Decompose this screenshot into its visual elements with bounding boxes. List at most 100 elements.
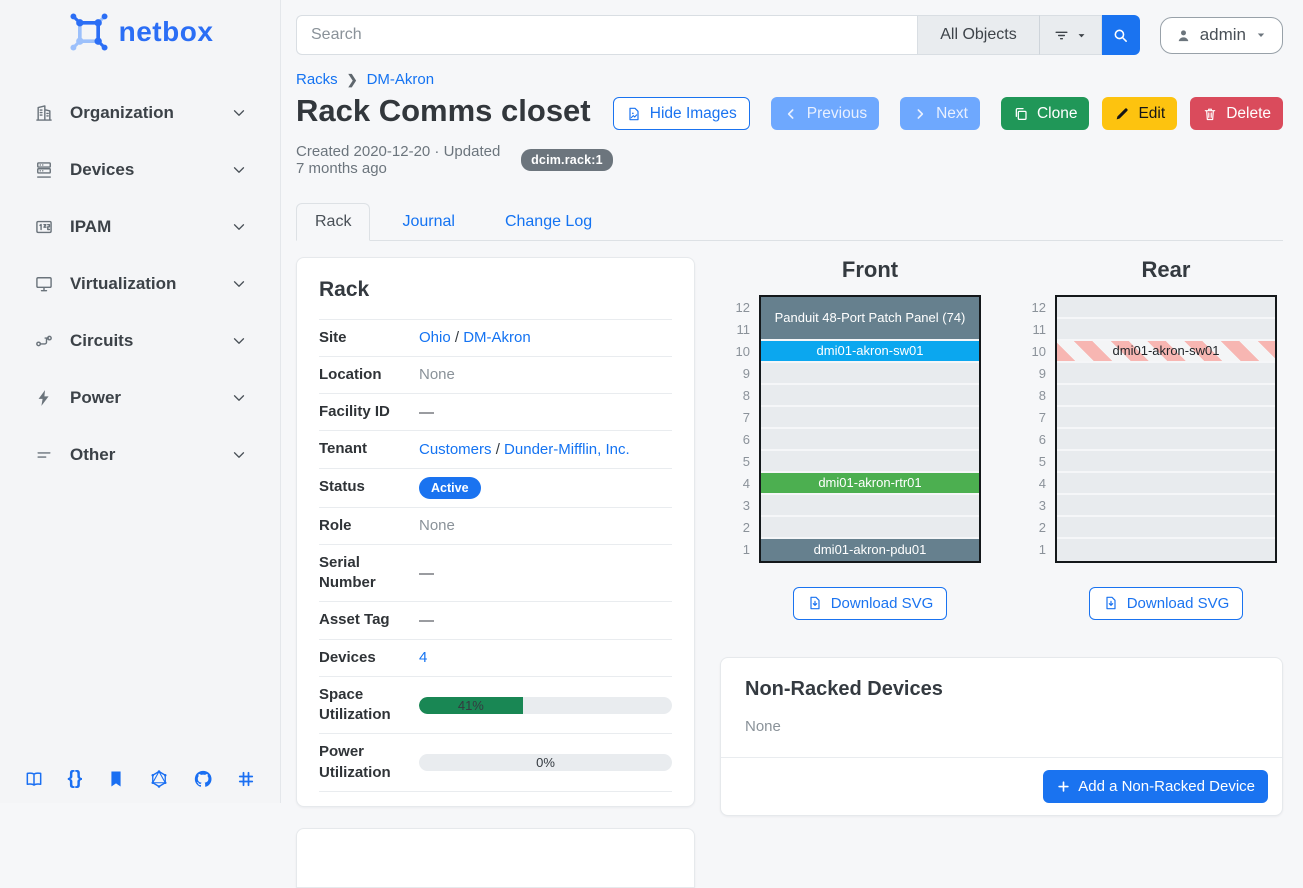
unit-number: 8	[1016, 385, 1046, 407]
rack-unit-empty[interactable]	[761, 451, 979, 473]
graphql-icon[interactable]	[149, 769, 169, 789]
main-area: All Objects admin Racks❯DM-Akron Rack Co…	[281, 0, 1303, 803]
value-link-dm-akron[interactable]: DM-Akron	[463, 329, 531, 346]
download-file-icon	[807, 595, 823, 611]
search-filter-button[interactable]	[1040, 15, 1102, 55]
rack-unit-empty[interactable]	[1057, 539, 1275, 561]
unit-number: 10	[1016, 341, 1046, 363]
breadcrumb-link-dm-akron[interactable]: DM-Akron	[367, 71, 435, 88]
rack-unit-empty[interactable]	[761, 385, 979, 407]
attr-row-devices: Devices4	[319, 639, 672, 676]
search-scope-label: All Objects	[940, 26, 1016, 44]
tab-change-log[interactable]: Change Log	[487, 204, 610, 240]
unit-number: 9	[720, 363, 750, 385]
topbar: All Objects admin	[296, 15, 1283, 55]
value-link-ohio[interactable]: Ohio	[419, 329, 451, 346]
chevron-left-icon	[783, 106, 799, 122]
search-button[interactable]	[1102, 15, 1140, 55]
rack-unit-empty[interactable]	[1057, 451, 1275, 473]
power-utilization-bar: 0%	[419, 754, 672, 771]
attr-row-role: RoleNone	[319, 507, 672, 544]
rack-unit-empty[interactable]	[761, 429, 979, 451]
chevron-down-icon	[230, 332, 248, 350]
sidebar-item-other[interactable]: Other	[0, 426, 280, 483]
rack-unit-empty[interactable]	[1057, 319, 1275, 341]
unit-number: 5	[720, 451, 750, 473]
rack-unit-empty[interactable]	[1057, 517, 1275, 539]
rack-unit-empty[interactable]	[1057, 297, 1275, 319]
sidebar-item-label: Organization	[70, 103, 230, 123]
rack-unit-empty[interactable]	[761, 517, 979, 539]
rack-device[interactable]: dmi01-akron-rtr01	[761, 473, 979, 495]
rack-unit-empty[interactable]	[1057, 363, 1275, 385]
chevron-down-icon	[230, 218, 248, 236]
sidebar-footer: {}	[0, 769, 280, 789]
attr-row-facility-id: Facility ID—	[319, 393, 672, 430]
chevron-down-icon	[230, 446, 248, 464]
unit-number: 4	[720, 473, 750, 495]
sidebar-item-ipam[interactable]: IPAM	[0, 198, 280, 255]
user-menu-button[interactable]: admin	[1160, 17, 1283, 54]
sidebar-item-circuits[interactable]: Circuits	[0, 312, 280, 369]
sidebar-item-devices[interactable]: Devices	[0, 141, 280, 198]
download-file-icon	[1103, 595, 1119, 611]
rack-device[interactable]: dmi01-akron-sw01	[761, 341, 979, 363]
copy-icon	[1013, 106, 1029, 122]
search-input[interactable]	[296, 15, 917, 55]
person-icon	[1175, 27, 1192, 44]
rack-unit-empty[interactable]	[1057, 495, 1275, 517]
tab-journal[interactable]: Journal	[384, 204, 472, 240]
rack-unit-empty[interactable]	[1057, 407, 1275, 429]
image-file-icon	[626, 106, 642, 122]
breadcrumb-link-racks[interactable]: Racks	[296, 71, 338, 88]
add-non-racked-device-button[interactable]: Add a Non-Racked Device	[1043, 770, 1268, 803]
next-button[interactable]: Next	[900, 97, 980, 130]
non-racked-title: Non-Racked Devices	[721, 658, 1282, 701]
search-scope-select[interactable]: All Objects	[917, 15, 1039, 55]
chevron-right-icon	[912, 106, 928, 122]
github-icon[interactable]	[193, 769, 213, 789]
action-buttons: Hide Images Previous Next Clone Edit Del…	[613, 95, 1283, 177]
rack-unit-empty[interactable]	[1057, 473, 1275, 495]
braces-icon[interactable]: {}	[67, 769, 82, 789]
netbox-logo[interactable]: netbox	[0, 10, 280, 54]
object-id-badge: dcim.rack:1	[521, 149, 613, 171]
rack-unit-empty[interactable]	[761, 495, 979, 517]
value-link-customers[interactable]: Customers	[419, 441, 492, 458]
non-racked-footer: Add a Non-Racked Device	[721, 757, 1282, 815]
tab-rack[interactable]: Rack	[296, 203, 370, 241]
edit-button[interactable]: Edit	[1102, 97, 1177, 130]
clone-button[interactable]: Clone	[1001, 97, 1090, 130]
breadcrumb-separator: ❯	[347, 72, 358, 88]
delete-button[interactable]: Delete	[1190, 97, 1283, 130]
elevation-title-rear: Rear	[1016, 257, 1277, 283]
value-link-devices[interactable]: 4	[419, 649, 427, 666]
sidebar-item-organization[interactable]: Organization	[0, 84, 280, 141]
breadcrumb: Racks ❯ DM-Akron	[296, 71, 1283, 88]
value-link-dunder-mifflin-inc[interactable]: Dunder-Mifflin, Inc.	[504, 441, 630, 458]
download-svg-button-front[interactable]: Download SVG	[793, 587, 948, 620]
rack-unit-empty[interactable]	[761, 363, 979, 385]
rack-elevations: Front 121110987654321 Panduit 48-Port Pa…	[720, 257, 1283, 620]
unit-number: 11	[1016, 319, 1046, 341]
sidebar-item-virtualization[interactable]: Virtualization	[0, 255, 280, 312]
download-svg-button-rear[interactable]: Download SVG	[1089, 587, 1244, 620]
rack-unit-empty[interactable]	[1057, 429, 1275, 451]
bookmark-icon[interactable]	[106, 769, 126, 789]
rack-device[interactable]: dmi01-akron-pdu01	[761, 539, 979, 561]
created-updated-text: Created 2020-12-20 · Updated 7 months ag…	[296, 143, 512, 177]
rack-device[interactable]: Panduit 48-Port Patch Panel (74)	[761, 297, 979, 341]
rack-unit-empty[interactable]	[1057, 385, 1275, 407]
sidebar-item-power[interactable]: Power	[0, 369, 280, 426]
book-icon[interactable]	[24, 769, 44, 789]
rack-device[interactable]: dmi01-akron-sw01	[1057, 341, 1275, 363]
sidebar-item-label: Circuits	[70, 331, 230, 351]
hide-images-button[interactable]: Hide Images	[613, 97, 750, 130]
rack-unit-empty[interactable]	[761, 407, 979, 429]
slack-icon[interactable]	[236, 769, 256, 789]
meta-line: Created 2020-12-20 · Updated 7 months ag…	[296, 143, 613, 177]
previous-button[interactable]: Previous	[771, 97, 879, 130]
secondary-panel	[296, 828, 695, 888]
funnel-icon	[1053, 27, 1070, 44]
rack-frame-front: Panduit 48-Port Patch Panel (74)dmi01-ak…	[759, 295, 981, 563]
